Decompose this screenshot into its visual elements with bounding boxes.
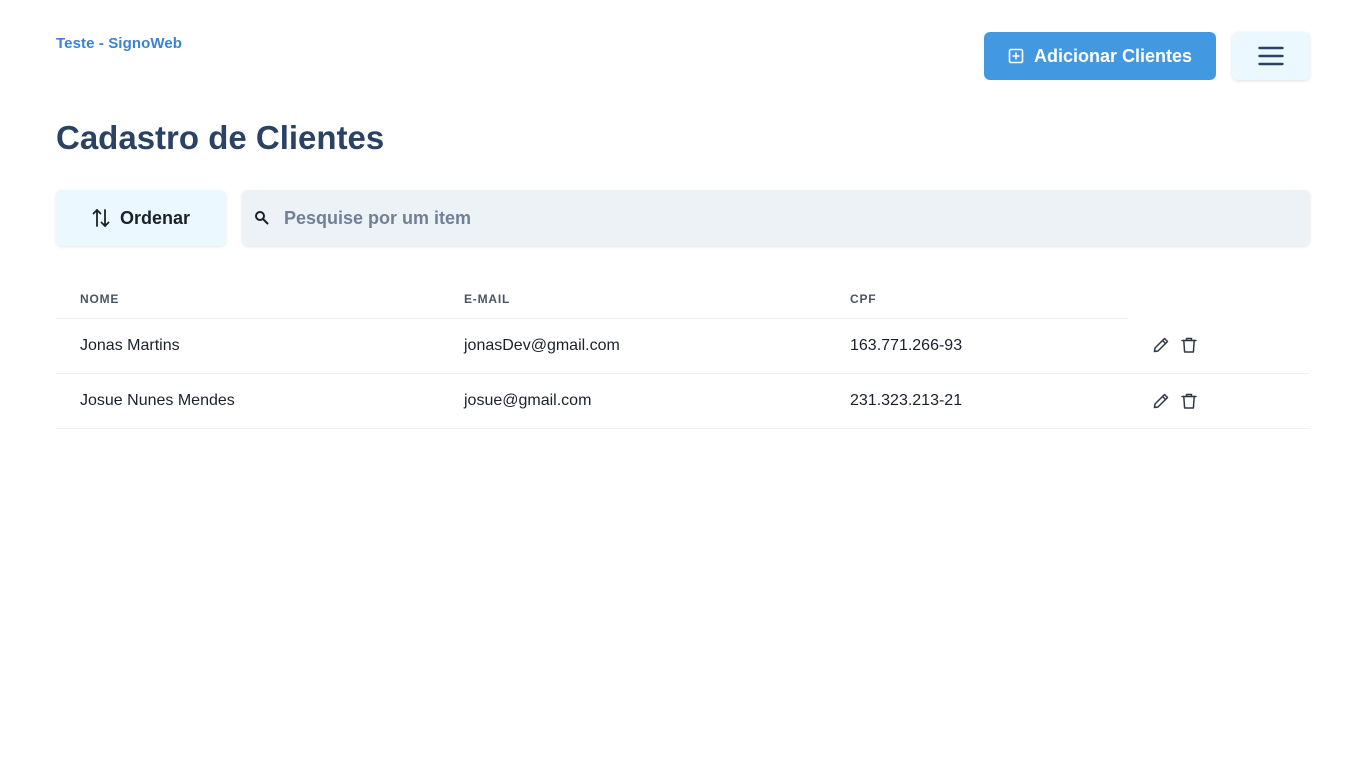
search-icon bbox=[254, 210, 270, 226]
add-clients-button[interactable]: Adicionar Clientes bbox=[984, 32, 1216, 80]
edit-icon[interactable] bbox=[1152, 336, 1170, 354]
column-header-cpf: CPF bbox=[826, 280, 1128, 319]
search-bar bbox=[242, 190, 1310, 246]
column-header-name: NOME bbox=[56, 280, 440, 319]
sort-arrows-icon bbox=[92, 208, 110, 228]
row-actions bbox=[1128, 373, 1310, 429]
hamburger-menu-icon bbox=[1258, 46, 1284, 66]
search-input[interactable] bbox=[284, 198, 1244, 238]
table-row: Jonas Martins jonasDev@gmail.com 163.771… bbox=[56, 318, 1310, 374]
menu-button[interactable] bbox=[1232, 32, 1310, 80]
table-row: Josue Nunes Mendes josue@gmail.com 231.3… bbox=[56, 373, 1310, 429]
trash-icon[interactable] bbox=[1180, 392, 1198, 410]
client-email: jonasDev@gmail.com bbox=[440, 318, 826, 374]
trash-icon[interactable] bbox=[1180, 336, 1198, 354]
table-header-row: NOME E-MAIL CPF bbox=[56, 280, 1310, 319]
brand-logo-text[interactable]: Teste - SignoWeb bbox=[56, 35, 182, 52]
edit-icon[interactable] bbox=[1152, 392, 1170, 410]
page-title: Cadastro de Clientes bbox=[56, 119, 385, 156]
client-cpf: 163.771.266-93 bbox=[826, 318, 1128, 374]
clients-table: NOME E-MAIL CPF Jonas Martins jonasDev@g… bbox=[56, 280, 1310, 429]
client-cpf: 231.323.213-21 bbox=[826, 373, 1128, 429]
plus-square-icon bbox=[1008, 48, 1024, 64]
sort-label: Ordenar bbox=[119, 207, 191, 228]
column-header-actions bbox=[1128, 280, 1310, 318]
row-actions bbox=[1128, 318, 1310, 374]
add-clients-label: Adicionar Clientes bbox=[1033, 45, 1193, 66]
sort-button[interactable]: Ordenar bbox=[56, 190, 226, 246]
page: Teste - SignoWeb Adicionar Clientes Cada… bbox=[0, 0, 1366, 768]
column-header-email: E-MAIL bbox=[440, 280, 826, 319]
client-email: josue@gmail.com bbox=[440, 373, 826, 429]
client-name: Jonas Martins bbox=[56, 318, 440, 374]
client-name: Josue Nunes Mendes bbox=[56, 373, 440, 429]
